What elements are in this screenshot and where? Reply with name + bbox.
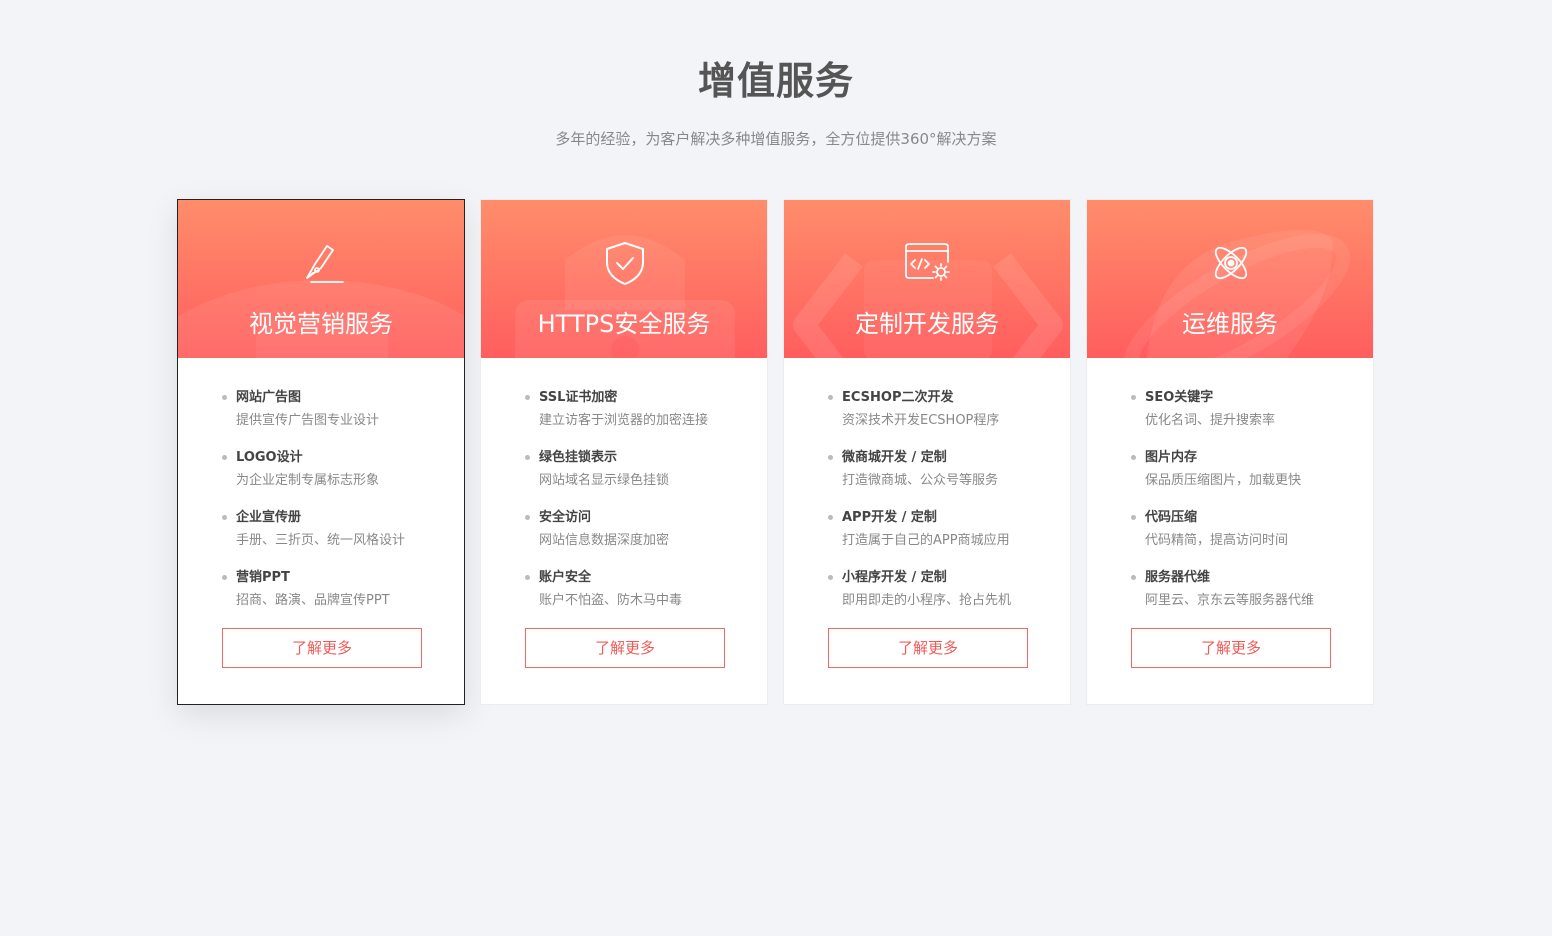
- section-subtitle: 多年的经验，为客户解决多种增值服务，全方位提供360°解决方案: [555, 130, 997, 148]
- feature-title: 网站广告图: [236, 390, 302, 405]
- atom-icon: [1214, 246, 1248, 280]
- feature-title: 企业宣传册: [236, 510, 302, 525]
- learn-more-button[interactable]: 了解更多: [222, 628, 422, 668]
- feature-title: 代码压缩: [1145, 510, 1198, 525]
- feature-item: 企业宣传册 手册、三折页、统一风格设计: [222, 508, 442, 568]
- service-cards: 视觉营销服务 网站广告图 提供宣传广告图专业设计 LOGO设计 为企业定制专属标…: [177, 199, 1377, 705]
- feature-desc: 建立访客于浏览器的加密连接: [539, 413, 709, 428]
- bullet-icon: [828, 575, 833, 580]
- feature-list: SEO关键字 优化名词、提升搜索率 图片内存 保品质压缩图片，加载更快 代码压缩…: [1131, 388, 1351, 628]
- value-added-services-section: 增值服务 多年的经验，为客户解决多种增值服务，全方位提供360°解决方案 视觉营…: [0, 0, 1552, 936]
- learn-more-button[interactable]: 了解更多: [525, 628, 725, 668]
- feature-title: 账户安全: [539, 570, 592, 585]
- feature-title: 绿色挂锁表示: [539, 450, 618, 465]
- feature-desc: 为企业定制专属标志形象: [236, 473, 380, 488]
- service-card-https-security[interactable]: HTTPS安全服务 SSL证书加密 建立访客于浏览器的加密连接 绿色挂锁表示 网…: [480, 199, 768, 705]
- card-title: 运维服务: [1182, 310, 1278, 338]
- card-header: HTTPS安全服务: [481, 200, 767, 358]
- feature-item: 安全访问 网站信息数据深度加密: [525, 508, 745, 568]
- code-gear-icon: [905, 243, 950, 281]
- feature-title: 小程序开发 / 定制: [842, 570, 947, 585]
- feature-list: 网站广告图 提供宣传广告图专业设计 LOGO设计 为企业定制专属标志形象 企业宣…: [222, 388, 442, 628]
- card-title: HTTPS安全服务: [537, 310, 711, 338]
- card-header: 运维服务: [1087, 200, 1373, 358]
- feature-desc: 网站信息数据深度加密: [539, 533, 670, 548]
- pen-icon: [306, 245, 344, 283]
- bullet-icon: [828, 515, 833, 520]
- shield-check-icon: [606, 242, 644, 285]
- card-title: 视觉营销服务: [249, 310, 393, 338]
- feature-desc: 招商、路演、品牌宣传PPT: [236, 593, 390, 608]
- feature-item: 代码压缩 代码精简，提高访问时间: [1131, 508, 1351, 568]
- bullet-icon: [1131, 395, 1136, 400]
- bullet-icon: [828, 395, 833, 400]
- feature-item: 网站广告图 提供宣传广告图专业设计: [222, 388, 442, 448]
- service-card-custom-development[interactable]: 定制开发服务 ECSHOP二次开发 资深技术开发ECSHOP程序 微商城开发 /…: [783, 199, 1071, 705]
- feature-desc: 即用即走的小程序、抢占先机: [842, 593, 1012, 608]
- service-card-visual-marketing[interactable]: 视觉营销服务 网站广告图 提供宣传广告图专业设计 LOGO设计 为企业定制专属标…: [177, 199, 465, 705]
- feature-desc: 资深技术开发ECSHOP程序: [842, 413, 1000, 428]
- feature-title: APP开发 / 定制: [842, 510, 937, 525]
- feature-title: LOGO设计: [236, 450, 303, 465]
- bullet-icon: [1131, 515, 1136, 520]
- learn-more-button[interactable]: 了解更多: [828, 628, 1028, 668]
- feature-item: 营销PPT 招商、路演、品牌宣传PPT: [222, 568, 442, 628]
- feature-desc: 阿里云、京东云等服务器代维: [1145, 593, 1315, 608]
- feature-desc: 手册、三折页、统一风格设计: [236, 533, 406, 548]
- bullet-icon: [222, 575, 227, 580]
- feature-item: SSL证书加密 建立访客于浏览器的加密连接: [525, 388, 745, 448]
- feature-desc: 提供宣传广告图专业设计: [236, 413, 380, 428]
- card-title: 定制开发服务: [855, 310, 999, 338]
- bullet-icon: [525, 455, 530, 460]
- feature-item: ECSHOP二次开发 资深技术开发ECSHOP程序: [828, 388, 1048, 448]
- feature-item: 小程序开发 / 定制 即用即走的小程序、抢占先机: [828, 568, 1048, 628]
- bullet-icon: [1131, 455, 1136, 460]
- feature-desc: 保品质压缩图片，加载更快: [1145, 473, 1302, 488]
- learn-more-button[interactable]: 了解更多: [1131, 628, 1331, 668]
- feature-item: SEO关键字 优化名词、提升搜索率: [1131, 388, 1351, 448]
- feature-desc: 网站域名显示绿色挂锁: [539, 473, 670, 488]
- bullet-icon: [525, 395, 530, 400]
- section-title: 增值服务: [697, 59, 854, 103]
- bullet-icon: [1131, 575, 1136, 580]
- feature-item: 服务器代维 阿里云、京东云等服务器代维: [1131, 568, 1351, 628]
- feature-item: APP开发 / 定制 打造属于自己的APP商城应用: [828, 508, 1048, 568]
- feature-title: 营销PPT: [236, 570, 290, 585]
- feature-item: LOGO设计 为企业定制专属标志形象: [222, 448, 442, 508]
- bullet-icon: [222, 455, 227, 460]
- bullet-icon: [525, 575, 530, 580]
- feature-title: 图片内存: [1145, 450, 1198, 465]
- bullet-icon: [828, 455, 833, 460]
- bullet-icon: [525, 515, 530, 520]
- card-header: 视觉营销服务: [178, 200, 464, 358]
- feature-list: ECSHOP二次开发 资深技术开发ECSHOP程序 微商城开发 / 定制 打造微…: [828, 388, 1048, 628]
- feature-item: 绿色挂锁表示 网站域名显示绿色挂锁: [525, 448, 745, 508]
- feature-title: SEO关键字: [1145, 390, 1214, 405]
- feature-title: 服务器代维: [1145, 570, 1211, 585]
- feature-title: ECSHOP二次开发: [842, 390, 954, 405]
- service-card-operations[interactable]: 运维服务 SEO关键字 优化名词、提升搜索率 图片内存 保品质压缩图片，加载更快…: [1086, 199, 1374, 705]
- feature-desc: 打造微商城、公众号等服务: [842, 473, 999, 488]
- feature-list: SSL证书加密 建立访客于浏览器的加密连接 绿色挂锁表示 网站域名显示绿色挂锁 …: [525, 388, 745, 628]
- feature-desc: 账户不怕盗、防木马中毒: [539, 593, 683, 608]
- feature-item: 微商城开发 / 定制 打造微商城、公众号等服务: [828, 448, 1048, 508]
- bullet-icon: [222, 515, 227, 520]
- feature-title: 微商城开发 / 定制: [842, 450, 947, 465]
- feature-desc: 优化名词、提升搜索率: [1145, 413, 1276, 428]
- feature-desc: 打造属于自己的APP商城应用: [842, 533, 1010, 548]
- feature-title: SSL证书加密: [539, 390, 618, 405]
- card-header: 定制开发服务: [784, 200, 1070, 358]
- feature-item: 图片内存 保品质压缩图片，加载更快: [1131, 448, 1351, 508]
- bullet-icon: [222, 395, 227, 400]
- feature-desc: 代码精简，提高访问时间: [1145, 533, 1289, 548]
- feature-title: 安全访问: [539, 510, 592, 525]
- feature-item: 账户安全 账户不怕盗、防木马中毒: [525, 568, 745, 628]
